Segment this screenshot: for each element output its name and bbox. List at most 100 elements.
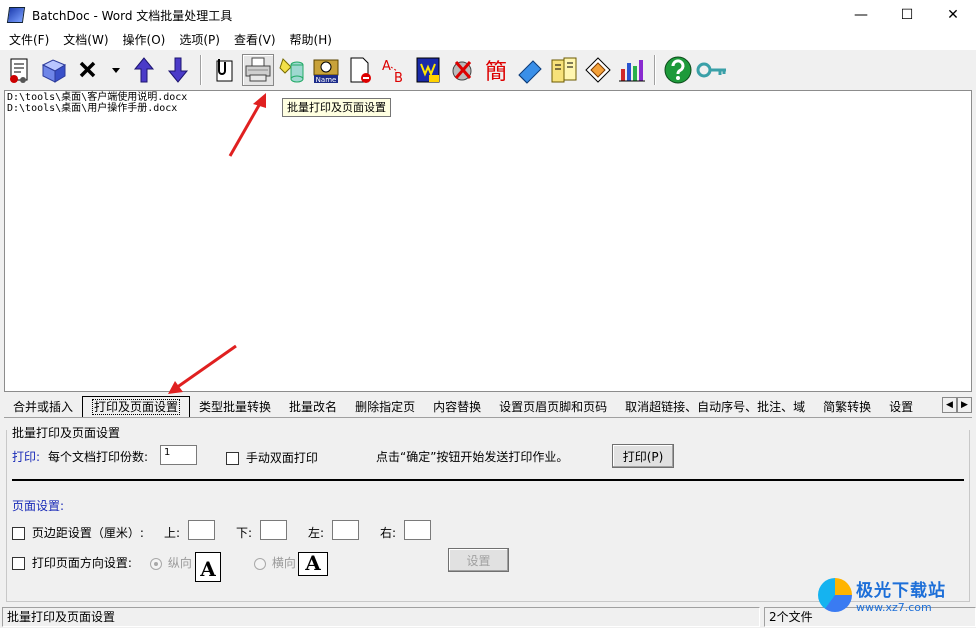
group-title: 批量打印及页面设置 bbox=[10, 424, 123, 441]
statistics-button[interactable] bbox=[616, 54, 648, 86]
watermark-url: www.xz7.com bbox=[856, 601, 932, 614]
help-icon bbox=[664, 56, 692, 84]
duplex-checkbox[interactable] bbox=[226, 452, 239, 465]
close-button[interactable]: ✕ bbox=[930, 0, 976, 30]
tab-scroll-right-button[interactable]: ▶ bbox=[957, 397, 972, 413]
clip-icon bbox=[216, 59, 233, 82]
margin-left-label: 左: bbox=[308, 526, 325, 540]
watermark-logo-icon bbox=[818, 578, 852, 612]
print-button[interactable]: 打印(P) bbox=[612, 444, 674, 468]
remove-icon bbox=[79, 61, 96, 78]
watermark: 极光下载站 www.xz7.com bbox=[818, 576, 946, 614]
tab-replace[interactable]: 内容替换 bbox=[424, 397, 490, 417]
print-setup-button[interactable] bbox=[242, 54, 274, 86]
portrait-option[interactable]: 纵向 bbox=[150, 554, 192, 571]
menu-options[interactable]: 选项(P) bbox=[172, 30, 227, 50]
delete-page-button[interactable] bbox=[344, 54, 376, 86]
margin-right-input[interactable] bbox=[404, 520, 431, 540]
page-setup-label: 页面设置: bbox=[12, 499, 65, 513]
remove-button[interactable] bbox=[72, 54, 104, 86]
dropdown-button[interactable] bbox=[106, 54, 126, 86]
add-file-icon bbox=[10, 58, 28, 83]
replace-icon-b: B bbox=[394, 71, 403, 85]
margin-right-label: 右: bbox=[380, 526, 397, 540]
menu-operation[interactable]: 操作(O) bbox=[116, 30, 173, 50]
margin-top-label: 上: bbox=[164, 526, 181, 540]
tab-type-convert[interactable]: 类型批量转换 bbox=[190, 397, 280, 417]
merge-icon bbox=[518, 60, 542, 84]
margin-top-input[interactable] bbox=[188, 520, 215, 540]
header-footer-button[interactable] bbox=[412, 54, 444, 86]
unlink-button[interactable] bbox=[446, 54, 478, 86]
help-button[interactable] bbox=[662, 54, 694, 86]
set-button[interactable]: 设置 bbox=[448, 548, 509, 572]
margin-option[interactable]: 页边距设置（厘米）: bbox=[12, 524, 144, 541]
file-row[interactable]: D:\tools\桌面\客户端使用说明.docx bbox=[7, 92, 969, 103]
orientation-option[interactable]: 打印页面方向设置: bbox=[12, 554, 132, 571]
toolbar: Name AB 簡 bbox=[0, 50, 976, 90]
tab-print-setup[interactable]: 打印及页面设置 bbox=[82, 396, 191, 417]
margin-left-input[interactable] bbox=[332, 520, 359, 540]
function-tabs: 合并或插入 打印及页面设置 类型批量转换 批量改名 删除指定页 内容替换 设置页… bbox=[4, 395, 972, 417]
file-list[interactable]: D:\tools\桌面\客户端使用说明.docx D:\tools\桌面\用户操… bbox=[4, 90, 972, 392]
tab-print-setup-label: 打印及页面设置 bbox=[92, 399, 181, 415]
move-down-icon bbox=[167, 57, 189, 83]
batch-merge-button[interactable] bbox=[514, 54, 546, 86]
tab-scroll-left-button[interactable]: ◀ bbox=[942, 397, 957, 413]
toolbar-separator bbox=[200, 55, 202, 85]
file-row[interactable]: D:\tools\桌面\用户操作手册.docx bbox=[7, 103, 969, 114]
style-button[interactable] bbox=[582, 54, 614, 86]
watermark-title: 极光下载站 bbox=[856, 581, 946, 601]
tab-header-footer[interactable]: 设置页眉页脚和页码 bbox=[490, 397, 616, 417]
simplified-icon-glyph: 簡 bbox=[485, 60, 507, 85]
printer-icon bbox=[245, 57, 271, 82]
move-up-icon bbox=[133, 57, 155, 83]
register-button[interactable] bbox=[696, 54, 728, 86]
replace-icon-a: A bbox=[382, 59, 391, 74]
replace-icon: AB bbox=[382, 59, 403, 85]
add-folder-button[interactable] bbox=[38, 54, 70, 86]
orientation-label: 打印页面方向设置: bbox=[31, 556, 132, 570]
move-down-button[interactable] bbox=[162, 54, 194, 86]
rename-button[interactable]: Name bbox=[310, 54, 342, 86]
menu-help[interactable]: 帮助(H) bbox=[283, 30, 339, 50]
tab-unlink[interactable]: 取消超链接、自动序号、批注、域 bbox=[616, 397, 814, 417]
replace-content-button[interactable]: AB bbox=[378, 54, 410, 86]
rename-icon-label: Name bbox=[316, 76, 337, 84]
portrait-radio[interactable] bbox=[150, 557, 162, 570]
maximize-button[interactable]: ☐ bbox=[884, 0, 930, 30]
title-bar: BatchDoc - Word 文档批量处理工具 — ☐ ✕ bbox=[0, 0, 976, 30]
copies-input[interactable]: 1 bbox=[160, 445, 197, 465]
tab-merge-insert[interactable]: 合并或插入 bbox=[4, 397, 82, 417]
margin-checkbox[interactable] bbox=[12, 527, 25, 540]
app-icon bbox=[6, 7, 26, 23]
tab-settings[interactable]: 设置 bbox=[880, 397, 915, 417]
options-button[interactable] bbox=[548, 54, 580, 86]
margin-bottom-input[interactable] bbox=[260, 520, 287, 540]
add-file-button[interactable] bbox=[4, 54, 36, 86]
duplex-option[interactable]: 手动双面打印 bbox=[226, 449, 318, 466]
landscape-radio[interactable] bbox=[254, 557, 266, 570]
menu-view[interactable]: 查看(V) bbox=[227, 30, 283, 50]
landscape-option[interactable]: 横向 bbox=[254, 554, 296, 571]
type-convert-button[interactable] bbox=[276, 54, 308, 86]
landscape-label: 横向 bbox=[271, 556, 296, 570]
app-window: BatchDoc - Word 文档批量处理工具 — ☐ ✕ 文件(F) 文档(… bbox=[0, 0, 976, 628]
tab-delete-page[interactable]: 删除指定页 bbox=[346, 397, 424, 417]
print-label: 打印: bbox=[12, 450, 41, 464]
landscape-page-icon: A bbox=[298, 551, 328, 576]
settings-icon bbox=[551, 57, 577, 83]
window-title: BatchDoc - Word 文档批量处理工具 bbox=[32, 8, 233, 23]
header-footer-icon bbox=[416, 57, 440, 83]
tab-simplified-traditional[interactable]: 简繁转换 bbox=[814, 397, 880, 417]
move-up-button[interactable] bbox=[128, 54, 160, 86]
minimize-button[interactable]: — bbox=[838, 0, 884, 30]
simplified-traditional-button[interactable]: 簡 bbox=[480, 54, 512, 86]
menu-file[interactable]: 文件(F) bbox=[2, 30, 56, 50]
tab-rename[interactable]: 批量改名 bbox=[280, 397, 346, 417]
register-icon bbox=[696, 62, 726, 78]
orientation-checkbox[interactable] bbox=[12, 557, 25, 570]
merge-insert-button[interactable] bbox=[208, 54, 240, 86]
section-divider bbox=[12, 479, 964, 481]
menu-document[interactable]: 文档(W) bbox=[56, 30, 115, 50]
